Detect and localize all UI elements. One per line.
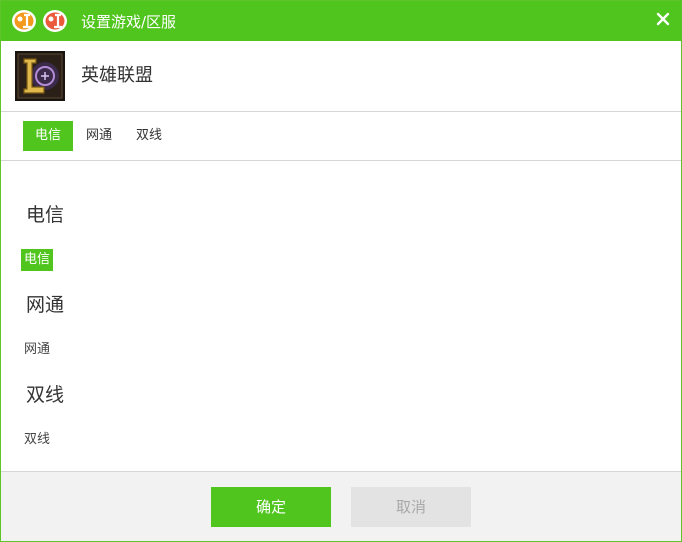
group-title-telecom: 电信 [26,204,65,226]
server-item-dual-line[interactable]: 双线 [21,429,53,451]
confirm-button[interactable]: 确定 [211,487,331,527]
tab-telecom[interactable]: 电信 [23,121,73,151]
close-icon [656,12,670,26]
league-of-legends-icon [15,51,65,101]
dialog-window: 设置游戏/区服 英雄联盟 电信 网通 双线 电信 电信 网通 网通 双线 双线 … [0,0,682,542]
title-bar[interactable]: 设置游戏/区服 [1,1,681,41]
close-button[interactable] [651,7,675,31]
server-item-telecom[interactable]: 电信 [21,249,54,271]
cancel-button[interactable]: 取消 [351,487,471,527]
server-list: 电信 电信 网通 网通 双线 双线 [1,161,681,471]
tab-dual-line[interactable]: 双线 [129,121,169,151]
dialog-footer: 确定 取消 [1,471,681,541]
window-title: 设置游戏/区服 [81,13,177,31]
tab-netcom[interactable]: 网通 [79,121,119,151]
dada-logo-icon [12,10,67,32]
game-name: 英雄联盟 [81,65,153,86]
server-item-netcom[interactable]: 网通 [21,339,53,361]
group-title-netcom: 网通 [26,294,65,316]
region-tabs: 电信 网通 双线 [1,112,681,161]
group-title-dual-line: 双线 [26,384,65,406]
game-header: 英雄联盟 [1,41,681,112]
